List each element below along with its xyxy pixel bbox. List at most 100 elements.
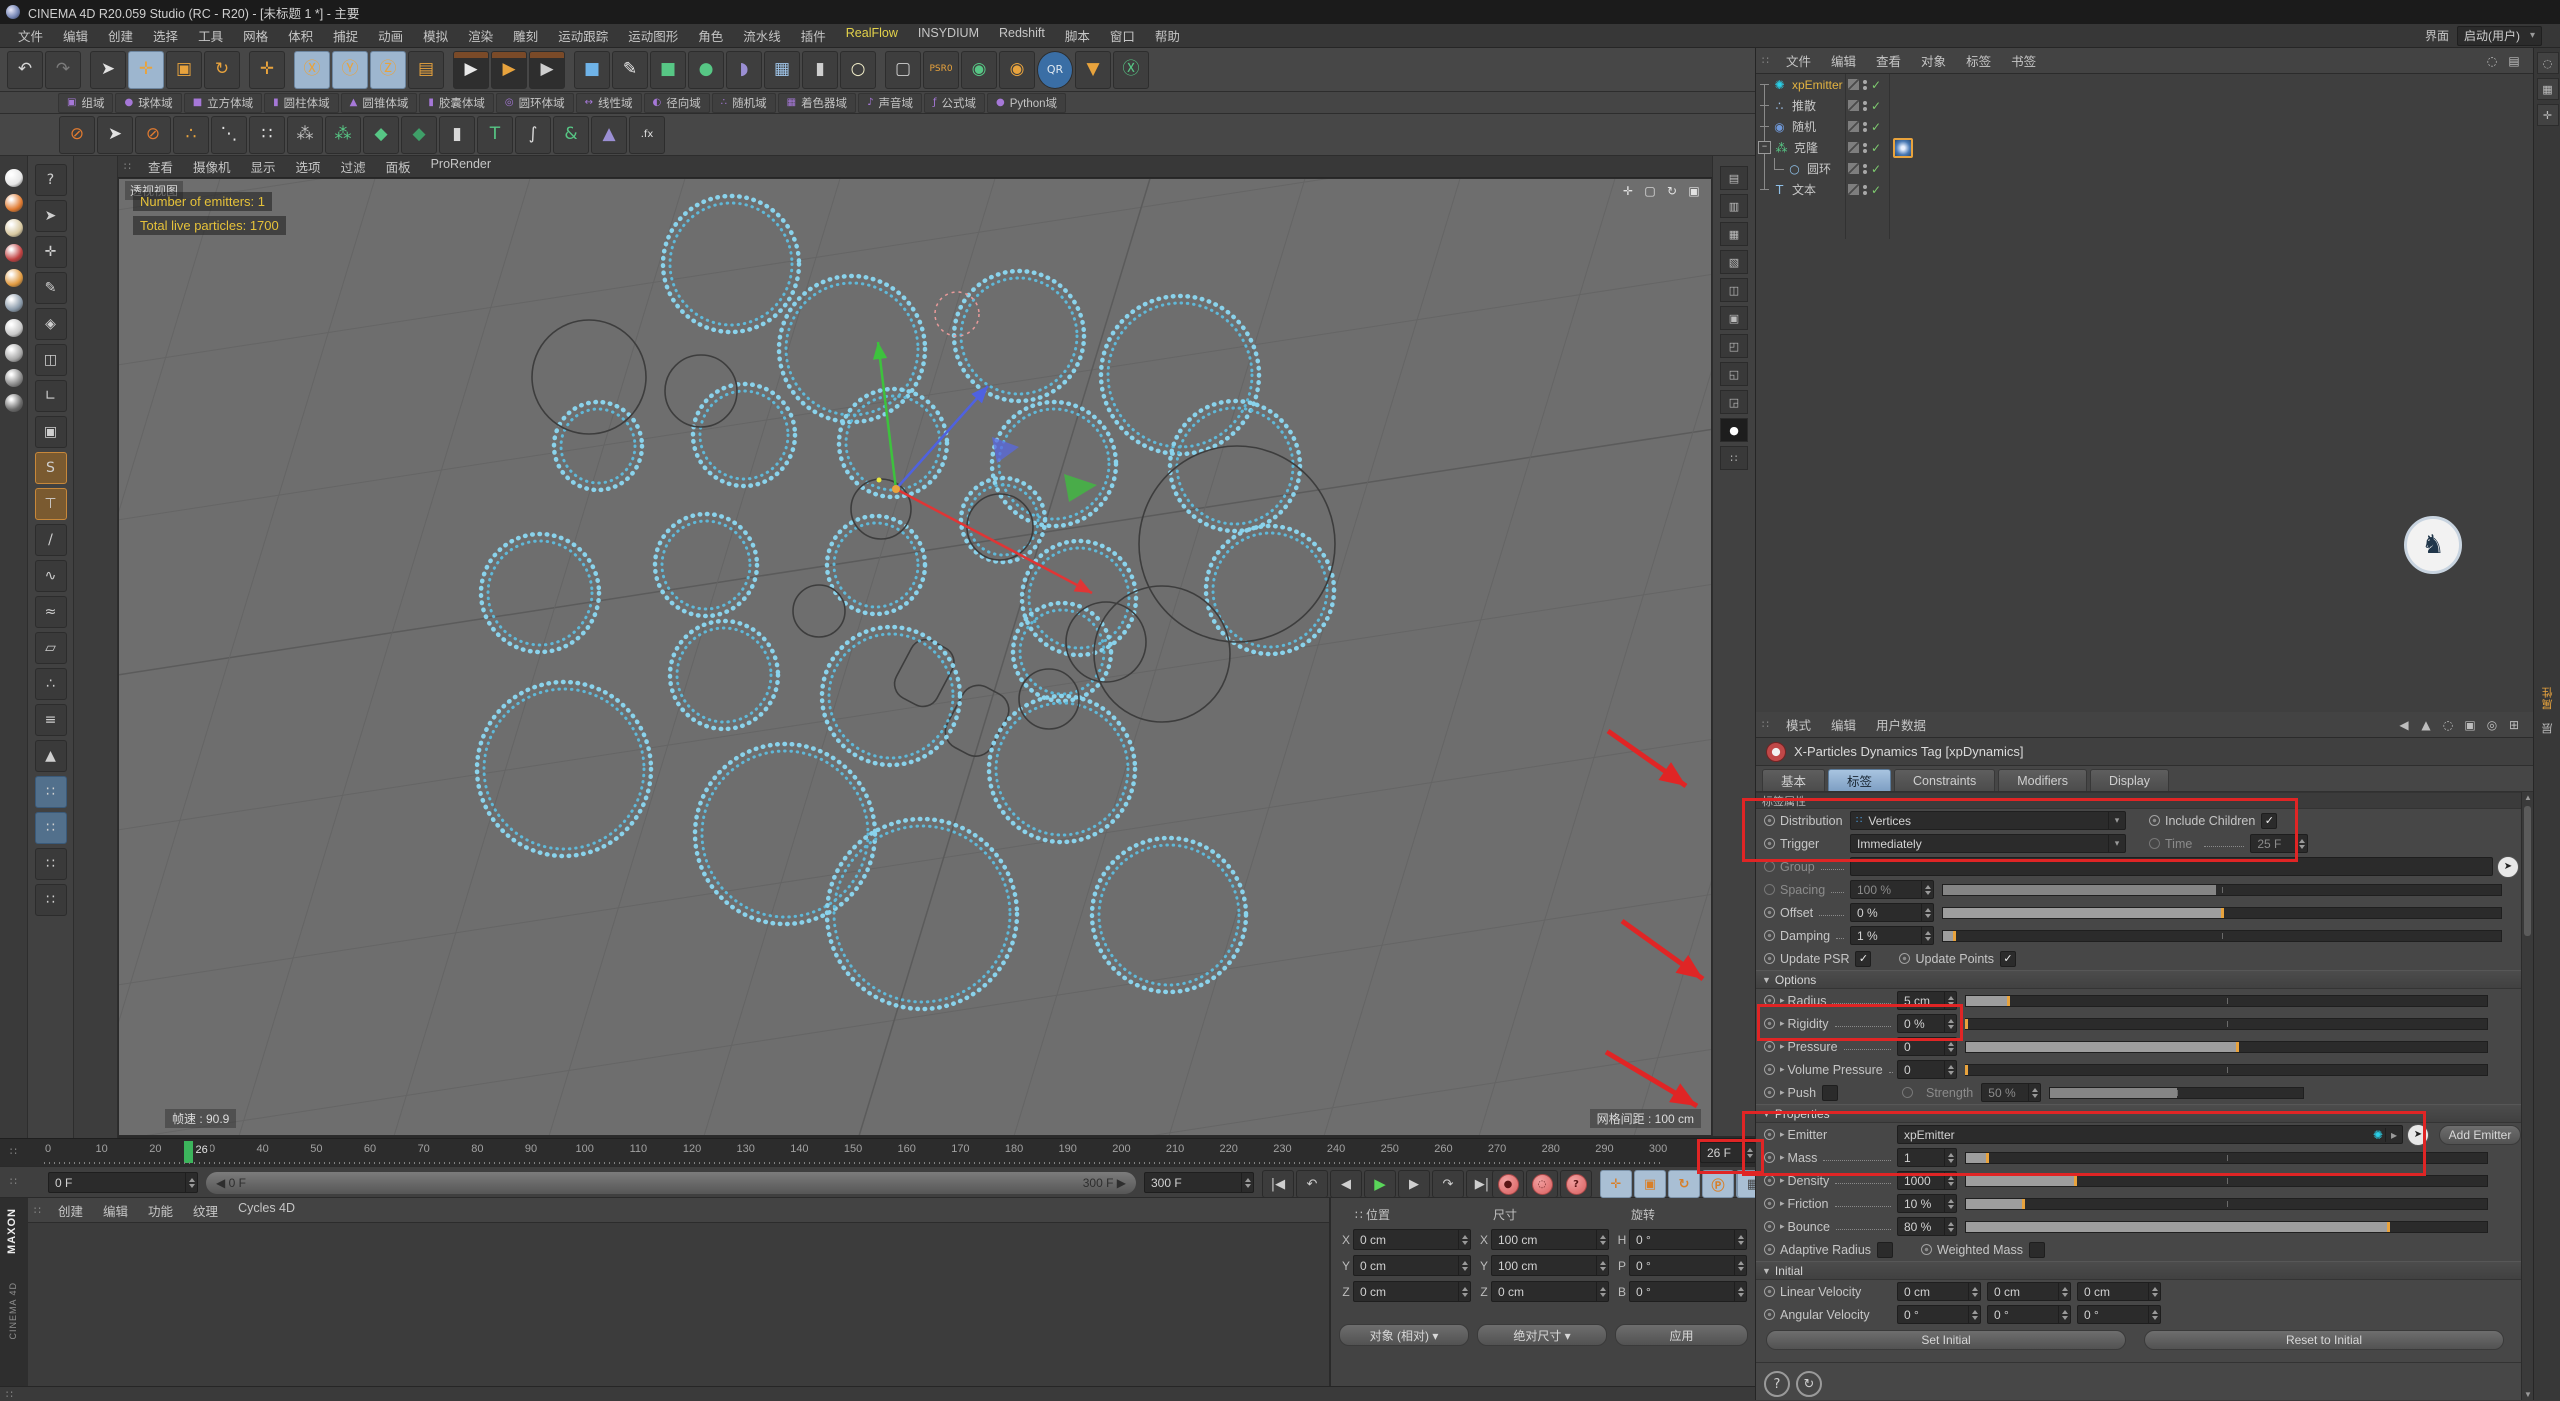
live-selection-icon[interactable]: ➤ [90,51,126,89]
spline-arc-icon[interactable]: ◗ [726,51,762,89]
om-grip[interactable]: ∷ [1756,54,1776,67]
param-slider[interactable] [1942,930,2502,942]
value-spinner[interactable] [1921,904,1933,921]
move-tool-icon[interactable]: ✛ [128,51,164,89]
spline-pen-mini-icon[interactable]: ✎ [35,272,67,304]
asset-spiral-icon[interactable] [5,269,23,287]
dropdown-Distribution[interactable]: ∷Vertices▾ [1850,811,2126,830]
coord-field-尺寸-Y[interactable]: 100 cm [1491,1255,1609,1276]
value-spinner[interactable] [2058,1306,2070,1323]
object-manager-tree[interactable]: ♞ ✺xpEmitter✓∴推散✓◉随机✓−⁂克隆✓○圆环✓T文本✓ [1756,74,2533,712]
maximize-view-icon[interactable]: ▣ [1683,182,1705,200]
animation-dot-icon[interactable] [1764,1309,1775,1320]
param-slider[interactable] [1942,884,2502,896]
spline-s-icon[interactable]: ∫ [515,116,551,154]
menu-item[interactable]: 捕捉 [323,26,368,45]
coord-spinner[interactable] [1458,1230,1470,1249]
param-slider[interactable] [1942,907,2502,919]
generators-icon[interactable]: ■ [650,51,686,89]
am-menu-item[interactable]: 模式 [1776,715,1821,734]
autokey-button[interactable]: ◌ [1526,1170,1558,1198]
panel-tab-层[interactable]: 层 [2540,722,2556,734]
status-grip[interactable]: ∷ [0,1388,20,1401]
cluster-icon[interactable]: ⁂ [287,116,323,154]
cone-purple-icon[interactable]: ▲ [591,116,627,154]
hammer-tool-icon[interactable]: ⊤ [35,488,67,520]
axis-tool-icon[interactable]: ∟ [35,380,67,412]
expand-arrow-icon[interactable]: ▸ [1780,1130,1785,1140]
emitter-field[interactable]: xpEmitter✺▸ [1897,1125,2403,1144]
object-toggles[interactable]: ✓ [1848,120,1888,134]
field-Linear Velocity-1[interactable]: 0 cm [1987,1282,2071,1301]
help-icon[interactable]: ? [1764,1371,1790,1397]
coord-mode-dropdown[interactable]: 对象 (相对) ▾ [1339,1324,1469,1346]
xparticles-icon[interactable]: Ⓧ [1113,51,1149,89]
field-chip-线性域[interactable]: ↔线性域 [576,93,642,113]
animation-dot-icon[interactable] [1764,861,1775,872]
param-slider[interactable] [2049,1087,2304,1099]
text-tool-icon[interactable]: T [477,116,513,154]
field-Angular Velocity-1[interactable]: 0 ° [1987,1305,2071,1324]
menu-item[interactable]: 运动跟踪 [548,26,618,45]
field-chip-公式域[interactable]: ƒ公式域 [924,93,985,113]
animation-dot-icon[interactable] [1764,838,1775,849]
value-spinner[interactable] [2148,1283,2160,1300]
mirror-tool-icon[interactable]: ◫ [35,344,67,376]
apply-button[interactable]: 应用 [1615,1324,1748,1346]
value-spinner[interactable] [2028,1084,2040,1101]
magnet-tool-icon[interactable]: ◈ [35,308,67,340]
render-region-icon[interactable]: ● [1720,418,1748,442]
menu-item[interactable]: 网格 [233,26,278,45]
expand-arrow-icon[interactable]: ▸ [1780,1088,1785,1098]
object-row-xpEmitter[interactable]: ✺xpEmitter✓ [1756,74,2537,95]
menu-item[interactable]: 流水线 [733,26,791,45]
xp-orange-sphere-icon[interactable]: ◉ [999,51,1035,89]
record-parameter-toggle[interactable]: Ⓟ [1702,1170,1734,1198]
section-fold-Properties[interactable]: ▼Properties [1756,1104,2521,1123]
xp-disable-emitter-icon[interactable]: ⊘ [59,116,95,154]
pan-view-icon[interactable]: ✛ [1617,182,1639,200]
expand-arrow-icon[interactable]: ▸ [1780,1153,1785,1163]
dropdown-Trigger[interactable]: Immediately▾ [1850,834,2126,853]
deformers-icon[interactable]: ● [688,51,724,89]
value-spinner[interactable] [2058,1283,2070,1300]
om-menu-item[interactable]: 查看 [1866,51,1911,70]
cluster-green-icon[interactable]: ⁂ [325,116,361,154]
coord-spinner[interactable] [1596,1256,1608,1275]
asset-sphere-dotted-icon[interactable] [5,219,23,237]
animation-dot-icon[interactable] [1764,1129,1775,1140]
object-toggles[interactable]: ✓ [1848,162,1888,176]
menu-item[interactable]: 帮助 [1145,26,1190,45]
expand-arrow-icon[interactable]: ▸ [1780,1199,1785,1209]
value-spinner[interactable] [1944,1149,1956,1166]
field-Bounce[interactable]: 80 % [1897,1217,1957,1236]
expand-arrow-icon[interactable]: ▸ [1780,996,1785,1006]
coord-spinner[interactable] [1458,1282,1470,1301]
field-chip-组域[interactable]: ▣组域 [58,93,113,113]
am-grip[interactable]: ∷ [1756,718,1776,731]
field-chip-着色器域[interactable]: ▦着色器域 [778,93,856,113]
animation-dot-icon[interactable] [1902,1087,1913,1098]
minimize-button[interactable] [2428,0,2472,24]
field-chip-声音域[interactable]: ♪声音域 [858,93,922,113]
enabled-check-icon[interactable]: ✓ [1871,99,1881,113]
param-slider[interactable] [1965,1064,2488,1076]
preview-range-slider[interactable]: ◀ 0 F 300 F ▶ [206,1172,1136,1194]
param-slider[interactable] [1965,1175,2488,1187]
layer-square-icon[interactable] [1848,121,1859,132]
record-rotation-toggle[interactable]: ↻ [1668,1170,1700,1198]
button-Reset to Initial[interactable]: Reset to Initial [2144,1330,2504,1350]
layer-square-icon[interactable] [1848,163,1859,174]
selection-arrow-icon[interactable]: ➤ [35,200,67,232]
range-grip[interactable]: ∷ [4,1175,24,1188]
light-icon[interactable]: ○ [840,51,876,89]
coord-field-位置-Z[interactable]: 0 cm [1353,1281,1471,1302]
layer-square-icon[interactable] [1848,79,1859,90]
enabled-check-icon[interactable]: ✓ [1871,183,1881,197]
tab-标签[interactable]: 标签 [1828,769,1891,791]
field-Spacing[interactable]: 100 % [1850,880,1934,899]
field-Rigidity[interactable]: 0 % [1897,1014,1957,1033]
animation-dot-icon[interactable] [1764,1087,1775,1098]
animation-dot-icon[interactable] [1764,953,1775,964]
material-menu-item[interactable]: Cycles 4D [228,1201,305,1220]
